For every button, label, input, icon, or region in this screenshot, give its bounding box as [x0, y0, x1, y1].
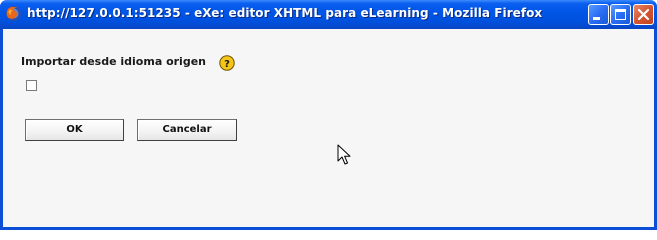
firefox-icon[interactable] [5, 5, 22, 22]
help-icon[interactable]: ? [219, 55, 235, 71]
title-bar[interactable]: http://127.0.0.1:51235 - eXe: editor XHT… [0, 0, 657, 29]
maximize-icon [615, 9, 626, 20]
close-icon [637, 8, 650, 21]
import-from-source-language-label: Importar desde idioma origen [21, 55, 206, 68]
minimize-button[interactable] [588, 4, 609, 25]
import-source-language-checkbox[interactable] [26, 80, 37, 91]
minimize-icon [593, 17, 600, 20]
window-title: http://127.0.0.1:51235 - eXe: editor XHT… [27, 6, 543, 20]
ok-button[interactable]: OK [25, 119, 124, 141]
mouse-pointer-icon [337, 144, 351, 166]
browser-window: http://127.0.0.1:51235 - eXe: editor XHT… [0, 0, 657, 230]
svg-text:?: ? [224, 59, 230, 70]
maximize-button[interactable] [610, 4, 631, 25]
close-button[interactable] [633, 4, 654, 25]
cancel-button[interactable]: Cancelar [137, 119, 237, 141]
